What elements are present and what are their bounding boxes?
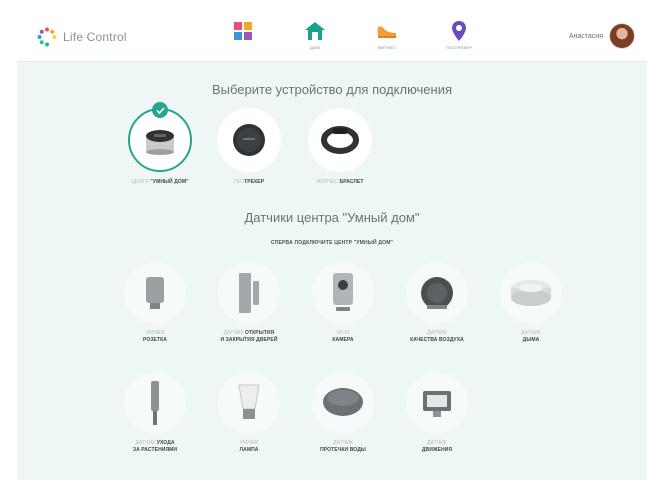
sensors-heading: Датчики центра "Умный дом" [244, 210, 420, 225]
sensor-circle [124, 262, 186, 324]
device-geotracker[interactable]: ГЕОТРЕКЕР [204, 108, 294, 186]
connect-hub-first-note: СПЕРВА ПОДКЛЮЧИТЕ ЦЕНТР "УМНЫЙ ДОМ" [270, 240, 394, 246]
home-icon [304, 20, 326, 42]
main-nav: ДОМ ФИТНЕС ГЕОТРЕКЕР [207, 20, 495, 58]
sensor-air-quality[interactable]: ДАТЧИК КАЧЕСТВА ВОЗДУХА [389, 262, 485, 344]
nav-item-apps[interactable] [207, 20, 279, 58]
sensor-label: WI-FI КАМЕРА [332, 330, 354, 343]
nav-item-home[interactable]: ДОМ [279, 20, 351, 58]
sensor-label: ДАТЧИК ОТКРЫТИЯ И ЗАКРЫТИЯ ДВЕРЕЙ [220, 330, 278, 343]
sensor-door[interactable]: ДАТЧИК ОТКРЫТИЯ И ЗАКРЫТИЯ ДВЕРЕЙ [201, 262, 297, 344]
sensor-smart-socket[interactable]: УМНАЯ РОЗЕТКА [107, 262, 203, 344]
device-circle [217, 108, 281, 172]
sensor-circle [312, 262, 374, 324]
sensor-circle [406, 262, 468, 324]
select-device-heading: Выберите устройство для подключения [211, 82, 453, 97]
grid-apps-icon [234, 20, 252, 42]
sensor-label: ДАТЧИК ДЫМА [521, 330, 541, 343]
sensor-motion[interactable]: ДАТЧИК ДВИЖЕНИЯ [389, 372, 485, 454]
sensor-plant-care[interactable]: ДАТЧИК УХОДА ЗА РАСТЕНИЯМИ [107, 372, 203, 454]
plant-sensor-icon [151, 381, 159, 425]
user-name: Анастасия [568, 32, 603, 40]
nav-item-fitness[interactable]: ФИТНЕС [351, 20, 423, 58]
app-logo[interactable]: Life Control [37, 27, 127, 47]
sensor-circle [312, 372, 374, 434]
check-icon [152, 102, 168, 118]
sensor-label: УМНАЯ РОЗЕТКА [142, 330, 168, 343]
top-bar: Life Control ДОМ ФИТНЕС ГЕОТРЕКЕР Анаста… [17, 14, 647, 62]
air-quality-sensor-icon [421, 277, 453, 309]
sensor-label: ДАТЧИК УХОДА ЗА РАСТЕНИЯМИ [132, 440, 178, 453]
geotracker-icon [233, 124, 265, 156]
life-control-logo-icon [37, 27, 57, 47]
smoke-detector-icon [511, 280, 551, 306]
device-label: ГЕОТРЕКЕР [233, 179, 265, 185]
sensor-wifi-camera[interactable]: WI-FI КАМЕРА [295, 262, 391, 344]
device-label: ЦЕНТР "УМНЫЙ ДОМ" [131, 179, 189, 185]
sensor-circle [124, 372, 186, 434]
sensor-label: УМНАЯ ЛАМПА [239, 440, 259, 453]
app-frame: Life Control ДОМ ФИТНЕС ГЕОТРЕКЕР Анаста… [17, 14, 647, 480]
sensor-smoke[interactable]: ДАТЧИК ДЫМА [483, 262, 579, 344]
device-smart-home-hub[interactable]: ЦЕНТР "УМНЫЙ ДОМ" [115, 102, 205, 186]
device-label: ФИТНЕС БРАСЛЕТ [316, 179, 364, 185]
nav-label-fitness: ФИТНЕС [377, 45, 397, 50]
sensor-label: ДАТЧИК ПРОТЕЧКИ ВОДЫ [320, 440, 366, 453]
nav-label-geo: ГЕОТРЕКЕР [445, 45, 473, 50]
app-name: Life Control [63, 30, 127, 44]
door-sensor-icon [239, 273, 259, 313]
sensor-smart-lamp[interactable]: УМНАЯ ЛАМПА [201, 372, 297, 454]
avatar[interactable] [609, 23, 635, 49]
water-leak-sensor-icon [323, 388, 363, 416]
sensor-circle [218, 262, 280, 324]
sensor-circle [218, 372, 280, 434]
sensor-circle [500, 262, 562, 324]
device-circle [308, 108, 372, 172]
smart-socket-icon [146, 277, 164, 309]
smart-lamp-icon [238, 384, 260, 419]
device-circle [128, 102, 192, 172]
nav-item-geo[interactable]: ГЕОТРЕКЕР [423, 20, 495, 58]
location-pin-icon [452, 20, 466, 42]
sensor-water-leak[interactable]: ДАТЧИК ПРОТЕЧКИ ВОДЫ [295, 372, 391, 454]
motion-sensor-icon [423, 391, 451, 417]
sensor-circle [406, 372, 468, 434]
smart-home-hub-icon [146, 130, 174, 155]
sneaker-icon [376, 20, 398, 42]
sensor-label: ДАТЧИК ДВИЖЕНИЯ [421, 440, 453, 453]
fitness-band-icon [321, 126, 359, 154]
nav-label-home: ДОМ [309, 45, 321, 50]
wifi-camera-icon [333, 273, 353, 311]
sensor-label: ДАТЧИК КАЧЕСТВА ВОЗДУХА [410, 330, 464, 343]
user-menu[interactable]: Анастасия [569, 23, 635, 49]
device-fitness-band[interactable]: ФИТНЕС БРАСЛЕТ [295, 108, 385, 186]
